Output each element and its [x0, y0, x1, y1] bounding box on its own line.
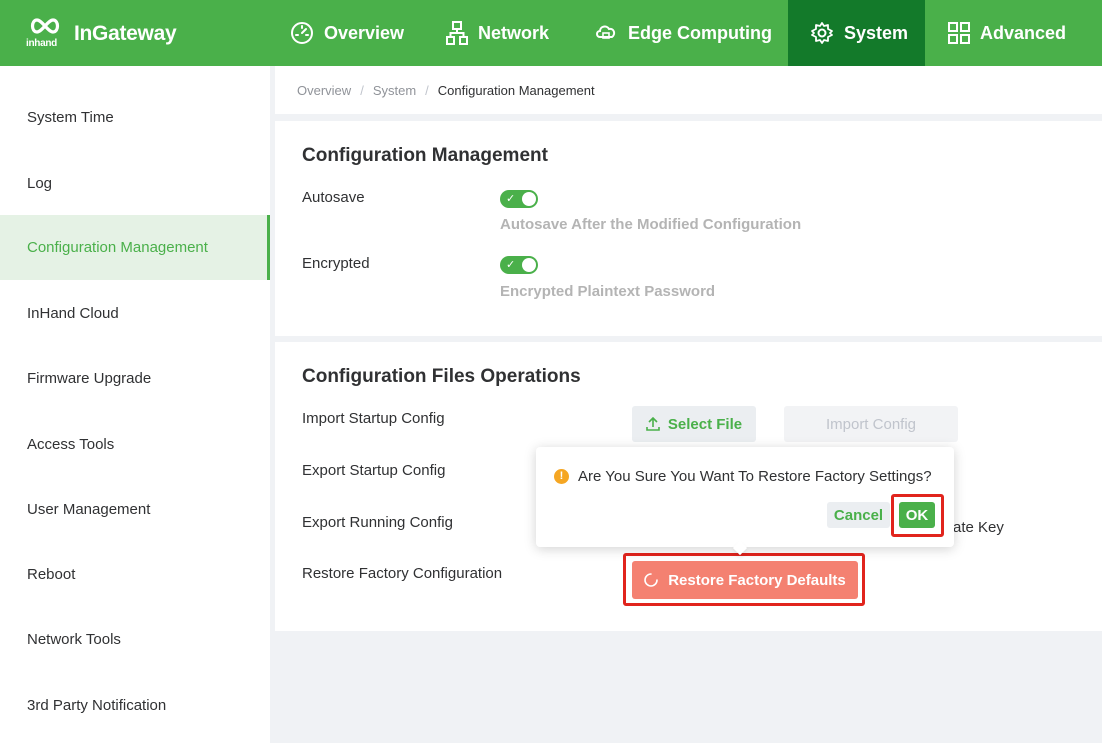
nav-system[interactable]: System	[788, 0, 925, 66]
sidebar-item-label: Network Tools	[27, 631, 121, 648]
nav-advanced-label: Advanced	[980, 22, 1067, 43]
import-startup-config-label: Import Startup Config	[302, 410, 445, 427]
sidebar-item-firmware-upgrade[interactable]: Firmware Upgrade	[0, 346, 270, 411]
check-icon: ✓	[506, 193, 516, 205]
nav-overview-label: Overview	[324, 22, 405, 43]
sidebar-item-configuration-management[interactable]: Configuration Management	[0, 215, 270, 280]
restore-button-highlight	[623, 553, 865, 606]
breadcrumb-separator: /	[425, 82, 429, 98]
sidebar-item-label: Reboot	[27, 566, 76, 583]
cancel-label: Cancel	[833, 506, 884, 524]
upload-icon	[646, 417, 660, 431]
sidebar-item-label: Configuration Management	[27, 239, 208, 256]
confirm-message: Are You Sure You Want To Restore Factory…	[578, 468, 932, 485]
partially-hidden-text: ate Key	[953, 519, 1004, 536]
logo: inhand InGateway	[26, 16, 177, 52]
grid-apps-icon	[948, 22, 970, 44]
export-running-config-label: Export Running Config	[302, 514, 453, 531]
autosave-label: Autosave	[302, 189, 365, 206]
logo-small-text: inhand	[26, 38, 57, 49]
sidebar-item-label: System Time	[27, 109, 114, 126]
sidebar-item-label: 3rd Party Notification	[27, 697, 167, 714]
ok-button-highlight	[891, 494, 944, 537]
sidebar-item-label: User Management	[27, 501, 151, 518]
import-config-button[interactable]: Import Config	[784, 406, 958, 442]
section-title: Configuration Files Operations	[302, 366, 581, 387]
autosave-hint: Autosave After the Modified Configuratio…	[500, 216, 802, 233]
sidebar-item-network-tools[interactable]: Network Tools	[0, 607, 270, 672]
breadcrumb-current: Configuration Management	[437, 82, 595, 98]
logo-brand-text: InGateway	[74, 22, 177, 45]
encrypted-toggle[interactable]: ✓	[500, 256, 538, 274]
nav-network-label: Network	[478, 22, 550, 43]
configuration-management-card: Configuration Management Autosave ✓ Auto…	[275, 121, 1102, 336]
select-file-button[interactable]: Select File	[632, 406, 756, 442]
encrypted-hint: Encrypted Plaintext Password	[500, 283, 716, 300]
sidebar-item-system-time[interactable]: System Time	[0, 85, 270, 150]
sidebar-item-log[interactable]: Log	[0, 151, 270, 216]
nav-network[interactable]: Network	[446, 0, 549, 66]
sidebar-item-label: Firmware Upgrade	[27, 370, 152, 387]
infinity-logo-icon	[30, 18, 60, 34]
breadcrumb-system[interactable]: System	[373, 83, 416, 98]
nav-advanced[interactable]: Advanced	[948, 0, 1066, 66]
toggle-knob	[522, 258, 536, 272]
export-startup-config-label: Export Startup Config	[302, 462, 446, 479]
breadcrumb-separator: /	[360, 82, 364, 98]
sidebar-item-inhand-cloud[interactable]: InHand Cloud	[0, 281, 270, 346]
nav-edge-label: Edge Computing	[628, 22, 772, 43]
section-title: Configuration Management	[302, 145, 548, 166]
warning-icon: !	[554, 469, 569, 484]
inhand-logo-mark: inhand	[26, 16, 68, 52]
toggle-knob	[522, 192, 536, 206]
nav-edge-computing[interactable]: Edge Computing	[594, 0, 772, 66]
nav-system-label: System	[844, 22, 909, 43]
select-file-label: Select File	[667, 415, 743, 433]
autosave-toggle[interactable]: ✓	[500, 190, 538, 208]
sidebar-item-label: Access Tools	[27, 436, 115, 453]
sidebar-item-user-management[interactable]: User Management	[0, 477, 270, 542]
breadcrumb: Overview / System / Configuration Manage…	[275, 66, 1102, 114]
edge-computing-icon	[596, 25, 616, 39]
sidebar-item-label: InHand Cloud	[27, 305, 119, 322]
top-navbar: inhand InGateway Overview Network Edge C…	[0, 0, 1102, 66]
dashboard-gauge-icon	[291, 22, 313, 44]
cancel-button[interactable]: Cancel	[827, 502, 890, 528]
gear-icon	[811, 22, 833, 44]
network-topology-icon	[446, 21, 468, 45]
import-config-label: Import Config	[825, 415, 917, 433]
sidebar-item-reboot[interactable]: Reboot	[0, 542, 270, 607]
restore-confirm-popover: ! Are You Sure You Want To Restore Facto…	[536, 447, 954, 556]
sidebar-item-3rd-party-notification[interactable]: 3rd Party Notification	[0, 673, 270, 738]
sidebar-item-access-tools[interactable]: Access Tools	[0, 412, 270, 477]
nav-overview[interactable]: Overview	[290, 0, 404, 66]
sidebar: System Time Log Configuration Management…	[0, 66, 270, 743]
encrypted-label: Encrypted	[302, 255, 370, 272]
breadcrumb-overview[interactable]: Overview	[297, 83, 351, 98]
sidebar-item-label: Log	[27, 175, 53, 192]
restore-factory-config-label: Restore Factory Configuration	[302, 565, 503, 582]
check-icon: ✓	[506, 259, 516, 271]
